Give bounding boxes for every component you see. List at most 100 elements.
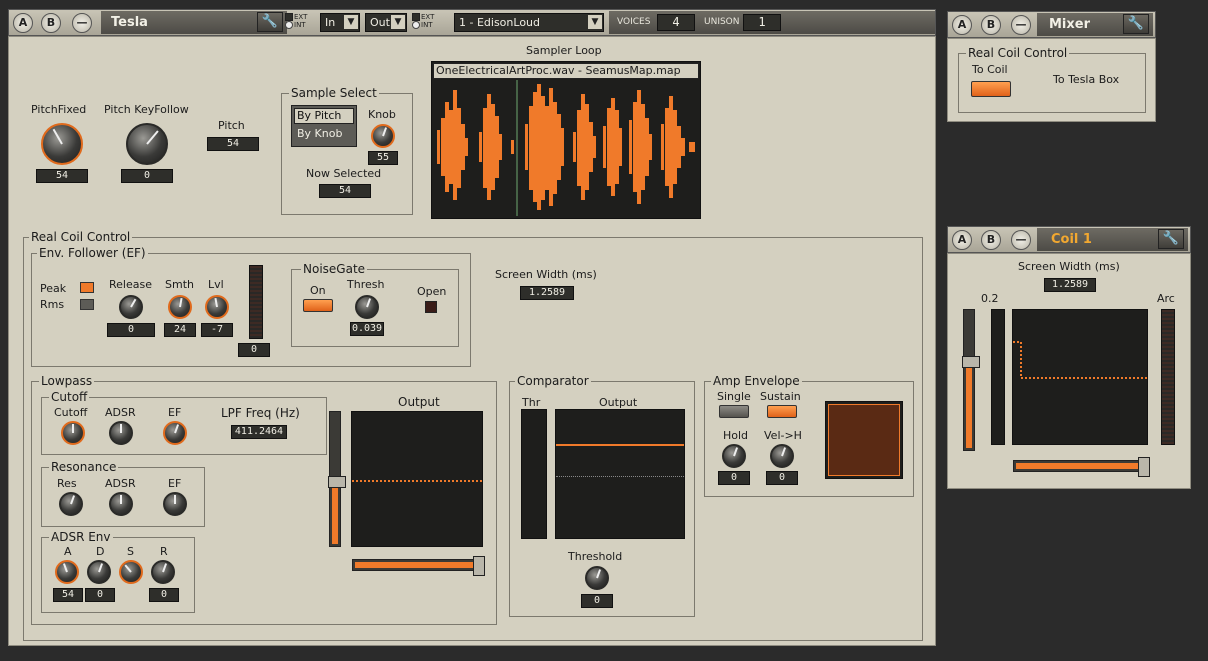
cutoff-adsr-knob[interactable]: [109, 421, 133, 445]
unison-value[interactable]: 1: [743, 14, 781, 31]
pitch-keyfollow-knob[interactable]: [126, 123, 168, 165]
cutoff-ef-knob[interactable]: [163, 421, 187, 445]
lowpass-horizontal-slider[interactable]: [352, 556, 485, 576]
res-adsr-knob[interactable]: [109, 492, 133, 516]
open-indicator: [425, 301, 437, 313]
sustain-label: Sustain: [760, 390, 801, 403]
comparator-threshold-value[interactable]: 0: [581, 594, 613, 608]
coil1-arc-meter: [1161, 309, 1175, 445]
velh-value[interactable]: 0: [766, 471, 798, 485]
tesla-wrench-icon[interactable]: 🔧: [257, 12, 283, 32]
release-value[interactable]: 0: [107, 323, 155, 337]
rms-toggle[interactable]: [80, 299, 94, 310]
slider-handle[interactable]: [473, 556, 485, 576]
tesla-ext-int-toggle-1[interactable]: EXT INT: [285, 13, 307, 29]
cutoff-ef-label: EF: [168, 406, 182, 419]
ef-meter-value: 0: [238, 343, 270, 357]
adsr-s-label: S: [127, 545, 134, 558]
mixer-b-button[interactable]: B: [981, 15, 1001, 35]
tesla-in-select[interactable]: In ▼: [320, 13, 360, 32]
release-knob[interactable]: [119, 295, 143, 319]
coil1-minimize-button[interactable]: —: [1011, 230, 1031, 250]
lpf-freq-value[interactable]: 411.2464: [231, 425, 287, 439]
lvl-knob[interactable]: [205, 295, 229, 319]
lvl-value[interactable]: -7: [201, 323, 233, 337]
adsr-r-value[interactable]: 0: [149, 588, 179, 602]
comparator-threshold-label: Threshold: [568, 550, 623, 563]
mixer-a-button[interactable]: A: [952, 15, 972, 35]
peak-toggle[interactable]: [80, 282, 94, 293]
coil1-output-display: [1012, 309, 1148, 445]
lowpass-output-display: [351, 411, 483, 547]
cutoff-adsr-label: ADSR: [105, 406, 136, 419]
peak-label: Peak: [40, 282, 67, 295]
slider-handle[interactable]: [1138, 457, 1150, 477]
adsr-s-knob[interactable]: [119, 560, 143, 584]
lowpass-vertical-slider[interactable]: [328, 411, 346, 547]
by-pitch-option[interactable]: By Pitch: [294, 108, 354, 124]
thresh-knob[interactable]: [355, 295, 379, 319]
adsr-a-knob[interactable]: [55, 560, 79, 584]
coil1-wrench-icon[interactable]: 🔧: [1158, 229, 1184, 249]
velh-knob[interactable]: [770, 444, 794, 468]
cutoff-group-title: Cutoff: [49, 390, 90, 404]
single-button[interactable]: [719, 405, 749, 418]
smth-knob[interactable]: [168, 295, 192, 319]
coil1-b-button[interactable]: B: [981, 230, 1001, 250]
comparator-thr-label: Thr: [522, 396, 541, 409]
pitch-fixed-value[interactable]: 54: [36, 169, 88, 183]
smth-value[interactable]: 24: [164, 323, 196, 337]
pitch-keyfollow-label: Pitch KeyFollow: [104, 103, 189, 116]
coil1-a-button[interactable]: A: [952, 230, 972, 250]
sampler-loop-title: Sampler Loop: [526, 44, 602, 57]
adsr-r-label: R: [160, 545, 168, 558]
tesla-out-select[interactable]: Out ▼: [365, 13, 407, 32]
coil1-title-area: Coil 1 🔧: [1037, 228, 1188, 251]
coil1-level-slider[interactable]: [962, 309, 980, 451]
to-coil-button[interactable]: [971, 81, 1011, 97]
cutoff-knob[interactable]: [61, 421, 85, 445]
voices-value[interactable]: 4: [657, 14, 695, 31]
res-ef-knob[interactable]: [163, 492, 187, 516]
noisegate-on-button[interactable]: [303, 299, 333, 312]
slider-handle[interactable]: [962, 356, 980, 368]
comparator-threshold-knob[interactable]: [585, 566, 609, 590]
thresh-value[interactable]: 0.039: [350, 322, 384, 336]
sampler-loop-display[interactable]: OneElectricalArtProc.wav - SeamusMap.map: [431, 61, 701, 219]
chevron-down-icon: ▼: [344, 15, 358, 29]
hold-knob[interactable]: [722, 444, 746, 468]
res-knob[interactable]: [59, 492, 83, 516]
adsr-a-value[interactable]: 54: [53, 588, 83, 602]
screen-width-value[interactable]: 1.2589: [520, 286, 574, 300]
pitch-keyfollow-value[interactable]: 0: [121, 169, 173, 183]
amp-envelope-title: Amp Envelope: [711, 374, 802, 388]
adsr-d-knob[interactable]: [87, 560, 111, 584]
comparator-thr-display: [521, 409, 547, 539]
tesla-ext-int-toggle-2[interactable]: EXT INT: [412, 13, 434, 29]
res-ef-label: EF: [168, 477, 182, 490]
res-adsr-label: ADSR: [105, 477, 136, 490]
slider-handle[interactable]: [328, 476, 346, 488]
tesla-a-button[interactable]: A: [13, 13, 33, 33]
mixer-wrench-icon[interactable]: 🔧: [1123, 14, 1149, 34]
voices-label: VOICES: [617, 17, 651, 27]
tesla-minimize-button[interactable]: —: [72, 13, 92, 33]
by-knob-option[interactable]: By Knob: [294, 126, 354, 142]
mixer-minimize-button[interactable]: —: [1011, 15, 1031, 35]
coil1-horizontal-slider[interactable]: [1013, 457, 1150, 477]
sample-knob[interactable]: [371, 124, 395, 148]
coil1-left-meter: [991, 309, 1005, 445]
comparator-output-label: Output: [599, 396, 638, 409]
adsr-d-value[interactable]: 0: [85, 588, 115, 602]
env-follower-title: Env. Follower (EF): [37, 246, 148, 260]
tesla-b-button[interactable]: B: [41, 13, 61, 33]
tesla-preset-select[interactable]: 1 - EdisonLoud ▼: [454, 13, 604, 32]
coil1-screen-width-value[interactable]: 1.2589: [1044, 278, 1096, 292]
sustain-button[interactable]: [767, 405, 797, 418]
sampler-loop-file: OneElectricalArtProc.wav - SeamusMap.map: [433, 63, 699, 79]
adsr-a-label: A: [64, 545, 72, 558]
adsr-r-knob[interactable]: [151, 560, 175, 584]
hold-value[interactable]: 0: [718, 471, 750, 485]
sample-knob-value[interactable]: 55: [368, 151, 398, 165]
pitch-fixed-knob[interactable]: [41, 123, 83, 165]
